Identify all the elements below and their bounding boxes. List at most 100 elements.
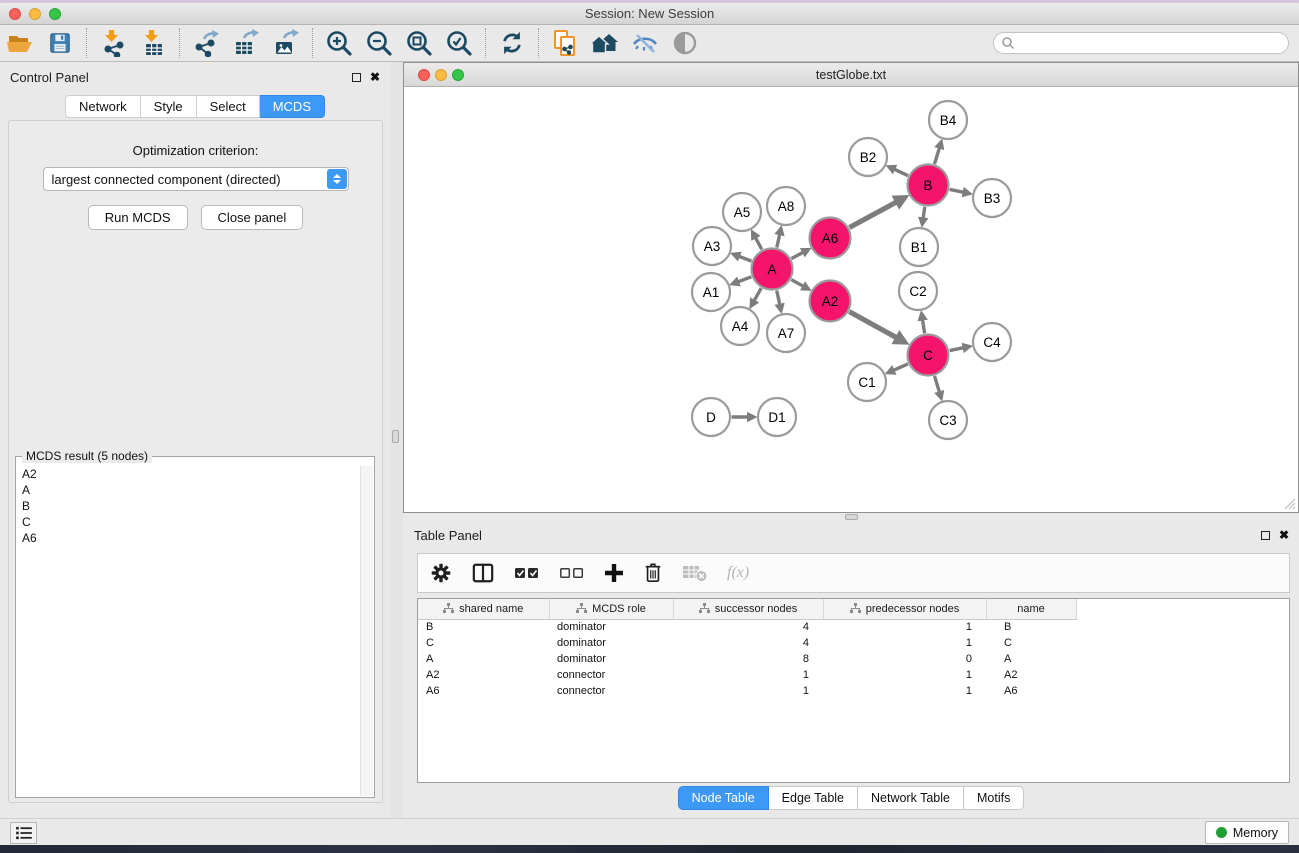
table-cell[interactable]: A xyxy=(986,651,1076,667)
deselect-all-rows-button[interactable] xyxy=(559,563,585,583)
float-panel-icon[interactable] xyxy=(352,73,361,82)
graph-node-B[interactable]: B xyxy=(908,165,949,206)
zoom-out-button[interactable] xyxy=(359,27,399,59)
graph-edge-A-A1[interactable] xyxy=(738,277,751,282)
network-canvas[interactable]: B4B2BB3A5A8A6B1A3AC2A1A2A4A7C4CC1C3DD1 xyxy=(404,87,1298,512)
criterion-dropdown[interactable]: largest connected component (directed) xyxy=(43,167,349,191)
open-session-button[interactable] xyxy=(0,27,40,59)
table-cell[interactable]: A6 xyxy=(986,683,1076,699)
close-panel-button[interactable]: Close panel xyxy=(201,205,304,230)
graph-node-A5[interactable]: A5 xyxy=(723,193,761,231)
graph-edge-A-A5[interactable] xyxy=(755,238,761,250)
close-panel-icon[interactable]: ✖ xyxy=(370,71,380,83)
task-history-button[interactable] xyxy=(10,822,37,844)
table-cell[interactable]: A6 xyxy=(418,683,549,699)
table-cell[interactable]: B xyxy=(986,619,1076,635)
graph-node-C1[interactable]: C1 xyxy=(848,363,886,401)
table-row[interactable]: Bdominator41B xyxy=(418,619,1289,635)
table-cell[interactable]: 8 xyxy=(673,651,823,667)
table-settings-button[interactable] xyxy=(430,562,452,584)
delete-table-button[interactable] xyxy=(682,563,708,583)
graph-node-A3[interactable]: A3 xyxy=(693,227,731,265)
tab-mcds[interactable]: MCDS xyxy=(260,95,325,118)
apply-layout-button[interactable] xyxy=(492,27,532,59)
mcds-result-item[interactable]: B xyxy=(17,498,359,514)
graph-edge-C-C2[interactable] xyxy=(923,320,925,334)
table-cell[interactable]: 0 xyxy=(823,651,986,667)
tab-node-table[interactable]: Node Table xyxy=(678,786,769,810)
table-row[interactable]: Adominator80A xyxy=(418,651,1289,667)
table-cell[interactable]: A2 xyxy=(418,667,549,683)
graph-edge-A-A6[interactable] xyxy=(791,252,803,258)
zoom-selected-button[interactable] xyxy=(439,27,479,59)
table-cell[interactable]: A2 xyxy=(986,667,1076,683)
table-cell[interactable]: 1 xyxy=(823,619,986,635)
graph-edge-B-B4[interactable] xyxy=(935,148,940,164)
create-column-button[interactable] xyxy=(604,563,624,583)
column-header-mcds-role[interactable]: MCDS role xyxy=(549,599,673,619)
graph-node-B2[interactable]: B2 xyxy=(849,138,887,176)
table-cell[interactable]: connector xyxy=(549,667,673,683)
table-cell[interactable]: C xyxy=(418,635,549,651)
table-cell[interactable]: connector xyxy=(549,683,673,699)
zoom-fit-button[interactable] xyxy=(399,27,439,59)
graph-edge-A-A7[interactable] xyxy=(777,291,780,305)
graph-edge-C-C4[interactable] xyxy=(950,348,964,351)
graph-node-C4[interactable]: C4 xyxy=(973,323,1011,361)
graph-node-D1[interactable]: D1 xyxy=(758,398,796,436)
table-cell[interactable]: 4 xyxy=(673,635,823,651)
tab-edge-table[interactable]: Edge Table xyxy=(769,786,858,810)
network-window-titlebar[interactable]: testGlobe.txt xyxy=(404,63,1298,87)
graph-node-C2[interactable]: C2 xyxy=(899,272,937,310)
graph-node-A2[interactable]: A2 xyxy=(810,281,851,322)
clone-network-button[interactable] xyxy=(545,27,585,59)
mcds-result-scrollbar[interactable] xyxy=(360,466,373,796)
table-cell[interactable]: dominator xyxy=(549,619,673,635)
float-panel-icon[interactable] xyxy=(1261,531,1270,540)
window-resize-grip[interactable] xyxy=(1284,498,1296,510)
tab-motifs[interactable]: Motifs xyxy=(964,786,1024,810)
graph-edge-B-B3[interactable] xyxy=(950,189,964,192)
graph-node-A1[interactable]: A1 xyxy=(692,273,730,311)
hide-selected-button[interactable] xyxy=(625,27,665,59)
graph-edge-A-A3[interactable] xyxy=(739,256,752,261)
column-header-name[interactable]: name xyxy=(986,599,1076,619)
table-cell[interactable]: 1 xyxy=(673,683,823,699)
graph-edge-B-B1[interactable] xyxy=(923,207,925,219)
graph-node-A6[interactable]: A6 xyxy=(810,218,851,259)
graph-node-A7[interactable]: A7 xyxy=(767,314,805,352)
export-image-button[interactable] xyxy=(266,27,306,59)
table-cell[interactable]: 1 xyxy=(823,635,986,651)
table-cell[interactable]: 4 xyxy=(673,619,823,635)
table-cell[interactable]: dominator xyxy=(549,635,673,651)
select-all-rows-button[interactable] xyxy=(514,563,540,583)
graph-node-B4[interactable]: B4 xyxy=(929,101,967,139)
mcds-result-item[interactable]: A xyxy=(17,482,359,498)
delete-columns-button[interactable] xyxy=(643,562,663,584)
graph-edge-C-C1[interactable] xyxy=(893,364,908,370)
table-row[interactable]: A6connector11A6 xyxy=(418,683,1289,699)
column-header-shared-name[interactable]: shared name xyxy=(418,599,549,619)
table-row[interactable]: Cdominator41C xyxy=(418,635,1289,651)
graph-node-B3[interactable]: B3 xyxy=(973,179,1011,217)
memory-button[interactable]: Memory xyxy=(1205,821,1289,844)
tab-style[interactable]: Style xyxy=(141,95,197,118)
export-network-button[interactable] xyxy=(186,27,226,59)
table-cell[interactable]: C xyxy=(986,635,1076,651)
graph-edge-A-A2[interactable] xyxy=(791,280,803,287)
vertical-splitter-handle[interactable] xyxy=(392,430,399,443)
graph-edge-A-A4[interactable] xyxy=(754,288,761,301)
table-cell[interactable]: 1 xyxy=(673,667,823,683)
table-cell[interactable]: B xyxy=(418,619,549,635)
show-columns-button[interactable] xyxy=(471,562,495,584)
export-table-button[interactable] xyxy=(226,27,266,59)
graph-edge-C-C3[interactable] xyxy=(935,376,940,392)
graph-node-A8[interactable]: A8 xyxy=(767,187,805,225)
mcds-result-item[interactable]: A2 xyxy=(17,466,359,482)
tab-network[interactable]: Network xyxy=(65,95,141,118)
graph-node-A4[interactable]: A4 xyxy=(721,307,759,345)
graph-node-C[interactable]: C xyxy=(908,335,949,376)
graph-node-D[interactable]: D xyxy=(692,398,730,436)
tab-select[interactable]: Select xyxy=(197,95,260,118)
mcds-result-item[interactable]: A6 xyxy=(17,530,359,546)
